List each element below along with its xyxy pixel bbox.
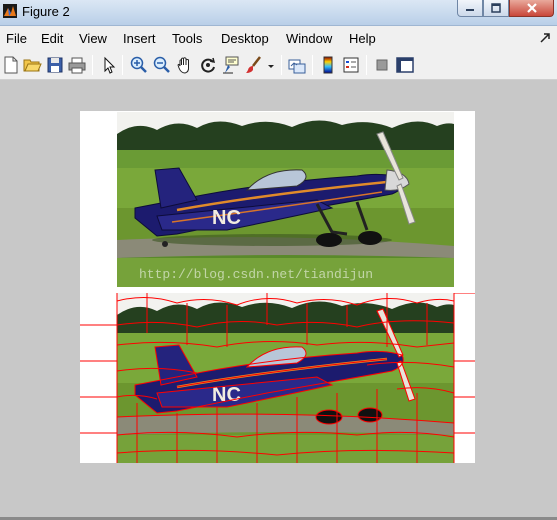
menu-help[interactable]: Help xyxy=(349,31,376,46)
zoom-out-button[interactable] xyxy=(152,55,172,75)
new-figure-button[interactable] xyxy=(1,55,21,75)
data-cursor-button[interactable] xyxy=(221,55,241,75)
print-icon xyxy=(68,57,86,74)
figure-canvas[interactable]: NC http://blog.csdn.net/tiandijun NC xyxy=(0,81,557,517)
colorbar-icon xyxy=(323,56,333,74)
open-file-icon xyxy=(23,59,42,72)
legend-icon xyxy=(343,57,359,73)
svg-text:NC: NC xyxy=(212,207,241,229)
dock-arrow-icon[interactable] xyxy=(539,32,551,44)
link-plot-button[interactable] xyxy=(287,55,307,75)
menu-tools[interactable]: Tools xyxy=(172,31,202,46)
menu-window[interactable]: Window xyxy=(286,31,332,46)
segment-boundary-margins xyxy=(80,293,475,463)
data-cursor-icon xyxy=(223,56,239,74)
pan-icon xyxy=(177,57,190,74)
title-bar: Figure 2 xyxy=(0,0,557,26)
brush-icon xyxy=(246,56,261,73)
close-icon xyxy=(526,3,537,13)
window-title: Figure 2 xyxy=(22,4,70,19)
maximize-button[interactable] xyxy=(483,0,509,17)
edit-plot-button[interactable] xyxy=(99,55,119,75)
close-button[interactable] xyxy=(509,0,554,17)
hide-plot-tools-button[interactable] xyxy=(372,55,392,75)
open-file-button[interactable] xyxy=(22,55,42,75)
original-airplane-image: NC http://blog.csdn.net/tiandijun xyxy=(117,112,454,287)
save-icon xyxy=(47,57,63,73)
new-figure-icon xyxy=(4,56,18,74)
brush-button[interactable] xyxy=(244,55,264,75)
rotate-3d-button[interactable] xyxy=(198,55,218,75)
figure-toolbar xyxy=(0,50,557,80)
menu-desktop[interactable]: Desktop xyxy=(221,31,269,46)
zoom-out-icon xyxy=(153,56,170,73)
print-button[interactable] xyxy=(67,55,87,75)
colorbar-button[interactable] xyxy=(318,55,338,75)
matlab-icon xyxy=(3,4,17,18)
menu-file[interactable]: File xyxy=(6,31,27,46)
watermark-text: http://blog.csdn.net/tiandijun xyxy=(139,267,373,282)
zoom-in-icon xyxy=(130,56,147,73)
maximize-icon xyxy=(491,3,501,13)
edit-plot-icon xyxy=(104,56,116,74)
pan-button[interactable] xyxy=(175,55,195,75)
brush-dropdown-button[interactable] xyxy=(265,55,277,75)
rotate-3d-icon xyxy=(201,57,216,73)
link-plot-icon xyxy=(288,59,306,74)
show-plot-tools-button[interactable] xyxy=(395,55,415,75)
show-plot-tools-icon xyxy=(396,57,414,73)
minimize-button[interactable] xyxy=(457,0,483,17)
legend-button[interactable] xyxy=(341,55,361,75)
minimize-icon xyxy=(466,9,474,11)
menu-view[interactable]: View xyxy=(79,31,107,46)
menu-insert[interactable]: Insert xyxy=(123,31,156,46)
hide-plot-tools-icon xyxy=(376,59,388,71)
chevron-down-icon xyxy=(268,65,274,68)
save-button[interactable] xyxy=(45,55,65,75)
menu-edit[interactable]: Edit xyxy=(41,31,63,46)
zoom-in-button[interactable] xyxy=(129,55,149,75)
menu-bar: File Edit View Insert Tools Desktop Wind… xyxy=(0,26,557,50)
